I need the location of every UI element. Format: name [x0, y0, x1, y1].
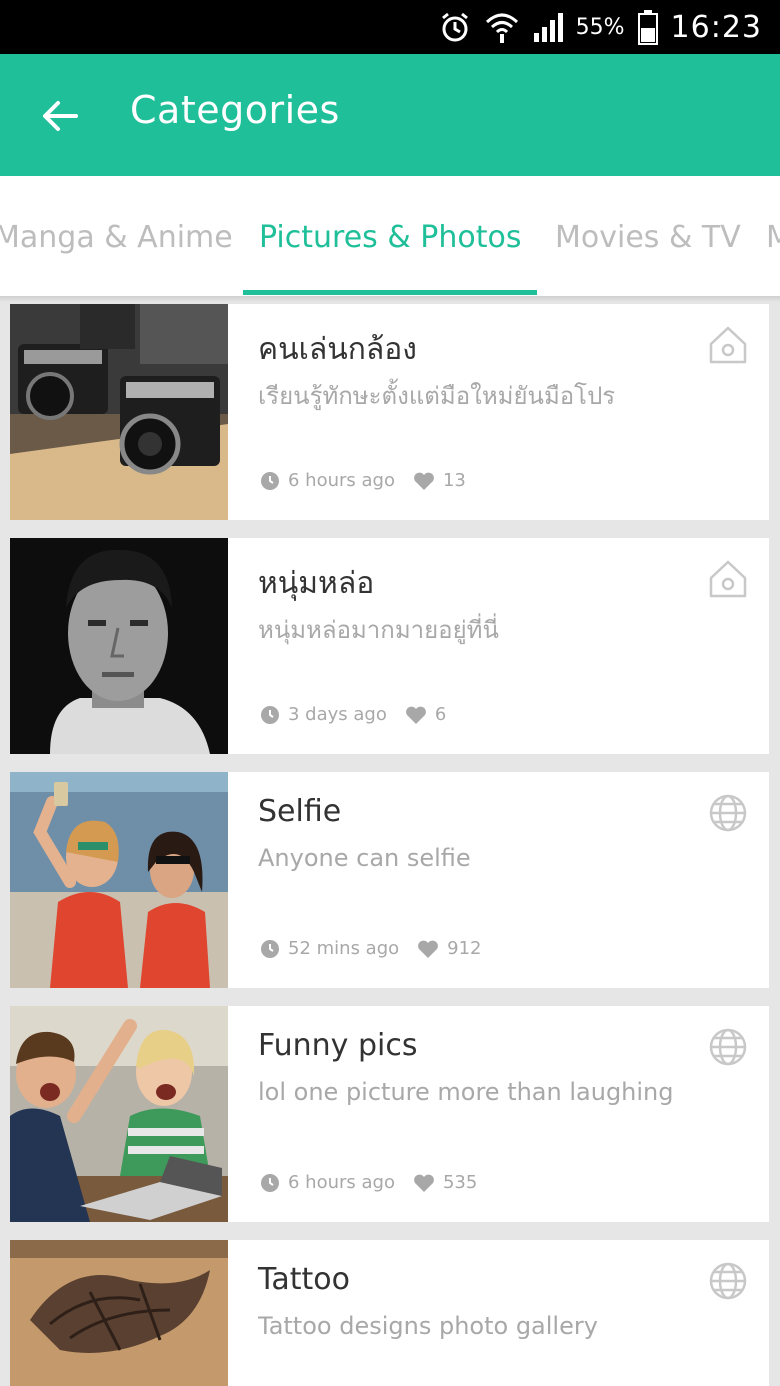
heart-icon [405, 706, 426, 724]
tab-shadow [0, 296, 780, 302]
home-icon [707, 558, 749, 600]
heart-icon [414, 1174, 434, 1192]
thumbnail-image [10, 772, 228, 988]
card-title: คนเล่นกล้อง [258, 332, 417, 367]
like-count: 535 [442, 1172, 478, 1193]
time-ago: 3 days ago [288, 704, 387, 725]
time-ago: 6 hours ago [288, 1172, 395, 1193]
globe-icon [707, 1026, 749, 1068]
card-description: Anyone can selfie [258, 844, 471, 872]
card-description: เรียนรู้ทักษะตั้งแต่มือใหม่ยันมือโปร [258, 382, 616, 410]
heart-icon [418, 940, 439, 958]
clock-icon [261, 471, 279, 490]
status-bar: 55% 16:23 [0, 0, 780, 54]
list-item[interactable]: คนเล่นกล้อง เรียนรู้ทักษะตั้งแต่มือใหม่ย… [10, 304, 769, 520]
card-description: lol one picture more than laughing [258, 1078, 674, 1106]
card-title: Selfie [258, 794, 342, 829]
list-item[interactable]: Tattoo Tattoo designs photo gallery [10, 1240, 769, 1386]
thumbnail-image [10, 1006, 228, 1222]
card-title: Tattoo [258, 1262, 350, 1297]
clock-icon [261, 1173, 279, 1192]
clock-icon [261, 939, 279, 958]
card-title: หนุ่มหล่อ [258, 566, 375, 601]
card-meta: 6 hours ago 535 [260, 1172, 495, 1193]
globe-icon [707, 792, 749, 834]
clock-icon [261, 705, 279, 724]
page-title: Categories [130, 88, 340, 132]
alarm-icon [438, 10, 472, 44]
clock: 16:23 [670, 9, 762, 45]
back-button[interactable] [34, 90, 86, 142]
globe-icon [707, 1260, 749, 1302]
list-item[interactable]: Selfie Anyone can selfie 52 mins ago 912 [10, 772, 769, 988]
card-title: Funny pics [258, 1028, 418, 1063]
card-description: หนุ่มหล่อมากมายอยู่ที่นี่ [258, 616, 499, 644]
tab-partial[interactable]: M [766, 220, 780, 255]
time-ago: 6 hours ago [288, 470, 395, 491]
battery-percent: 55% [575, 14, 625, 40]
home-icon [707, 324, 749, 366]
card-meta: 52 mins ago 912 [260, 938, 500, 959]
thumbnail-image [10, 538, 228, 754]
card-meta: 3 days ago 6 [260, 704, 464, 725]
tab-movies-tv[interactable]: Movies & TV [555, 220, 741, 255]
like-count: 13 [442, 470, 466, 491]
heart-icon [414, 472, 434, 490]
category-tabs: Manga & Anime Pictures & Photos Movies &… [0, 176, 780, 298]
card-description: Tattoo designs photo gallery [258, 1312, 598, 1340]
arrow-left-icon [43, 101, 78, 131]
list-item[interactable]: Funny pics lol one picture more than lau… [10, 1006, 769, 1222]
app-bar: Categories [0, 54, 780, 176]
tab-indicator [243, 290, 537, 295]
time-ago: 52 mins ago [288, 938, 400, 959]
wifi-icon [484, 10, 520, 44]
status-icons: 55% 16:23 [438, 0, 762, 54]
tab-pictures-photos[interactable]: Pictures & Photos [259, 220, 521, 255]
card-meta: 6 hours ago 13 [260, 470, 484, 491]
like-count: 6 [434, 704, 447, 725]
thumbnail-image [10, 304, 228, 520]
tab-manga-anime[interactable]: Manga & Anime [0, 220, 233, 255]
like-count: 912 [447, 938, 482, 959]
thumbnail-image [10, 1240, 228, 1386]
signal-icon [532, 11, 564, 43]
battery-icon [637, 9, 659, 45]
list-item[interactable]: หนุ่มหล่อ หนุ่มหล่อมากมายอยู่ที่นี่ 3 da… [10, 538, 769, 754]
